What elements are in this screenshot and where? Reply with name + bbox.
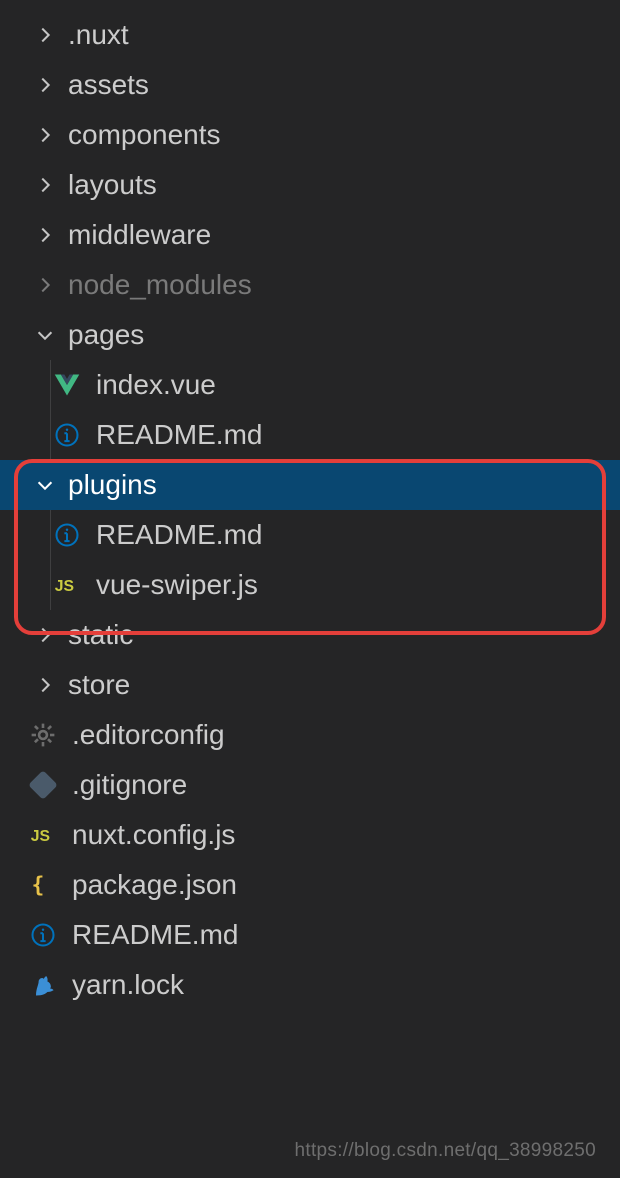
file-label: package.json (72, 869, 237, 901)
folder-label: store (68, 669, 130, 701)
file-gitignore[interactable]: .gitignore (0, 760, 620, 810)
folder-nuxt[interactable]: .nuxt (0, 10, 620, 60)
info-icon (52, 520, 82, 550)
folder-label: plugins (68, 469, 157, 501)
info-icon (28, 920, 58, 950)
folder-label: pages (68, 319, 144, 351)
chevron-right-icon (32, 222, 58, 248)
json-icon: { } (28, 870, 58, 900)
indent-guide (50, 510, 51, 560)
git-icon (28, 770, 58, 800)
indent-guide (50, 410, 51, 460)
chevron-right-icon (32, 72, 58, 98)
chevron-down-icon (32, 322, 58, 348)
folder-label: assets (68, 69, 149, 101)
chevron-right-icon (32, 122, 58, 148)
folder-label: static (68, 619, 133, 651)
chevron-right-icon (32, 272, 58, 298)
svg-text:{ }: { } (32, 873, 57, 897)
file-vue-swiper[interactable]: JS vue-swiper.js (0, 560, 620, 610)
file-editorconfig[interactable]: .editorconfig (0, 710, 620, 760)
folder-pages[interactable]: pages (0, 310, 620, 360)
file-label: vue-swiper.js (96, 569, 258, 601)
gear-icon (28, 720, 58, 750)
file-label: .gitignore (72, 769, 187, 801)
folder-assets[interactable]: assets (0, 60, 620, 110)
chevron-right-icon (32, 672, 58, 698)
folder-label: node_modules (68, 269, 252, 301)
folder-static[interactable]: static (0, 610, 620, 660)
yarn-icon (28, 970, 58, 1000)
folder-plugins[interactable]: plugins (0, 460, 620, 510)
js-icon: JS (28, 820, 58, 850)
file-label: README.md (96, 419, 262, 451)
info-icon (52, 420, 82, 450)
file-label: nuxt.config.js (72, 819, 235, 851)
indent-guide (50, 360, 51, 410)
folder-label: middleware (68, 219, 211, 251)
chevron-down-icon (32, 472, 58, 498)
folder-label: .nuxt (68, 19, 129, 51)
svg-text:JS: JS (55, 578, 74, 595)
folder-label: layouts (68, 169, 157, 201)
file-nuxt-config[interactable]: JS nuxt.config.js (0, 810, 620, 860)
file-readme-pages[interactable]: README.md (0, 410, 620, 460)
js-icon: JS (52, 570, 82, 600)
file-label: index.vue (96, 369, 216, 401)
folder-components[interactable]: components (0, 110, 620, 160)
vue-icon (52, 370, 82, 400)
file-index-vue[interactable]: index.vue (0, 360, 620, 410)
indent-guide (50, 560, 51, 610)
file-label: .editorconfig (72, 719, 225, 751)
chevron-right-icon (32, 22, 58, 48)
file-readme-plugins[interactable]: README.md (0, 510, 620, 560)
chevron-right-icon (32, 622, 58, 648)
watermark: https://blog.csdn.net/qq_38998250 (295, 1140, 596, 1162)
folder-middleware[interactable]: middleware (0, 210, 620, 260)
folder-label: components (68, 119, 221, 151)
file-label: README.md (96, 519, 262, 551)
folder-store[interactable]: store (0, 660, 620, 710)
folder-layouts[interactable]: layouts (0, 160, 620, 210)
file-package-json[interactable]: { } package.json (0, 860, 620, 910)
file-yarn-lock[interactable]: yarn.lock (0, 960, 620, 1010)
chevron-right-icon (32, 172, 58, 198)
file-label: README.md (72, 919, 238, 951)
file-readme-root[interactable]: README.md (0, 910, 620, 960)
folder-node-modules[interactable]: node_modules (0, 260, 620, 310)
svg-text:JS: JS (31, 828, 50, 845)
file-label: yarn.lock (72, 969, 184, 1001)
file-explorer-tree: .nuxt assets components layouts middlewa… (0, 0, 620, 1010)
